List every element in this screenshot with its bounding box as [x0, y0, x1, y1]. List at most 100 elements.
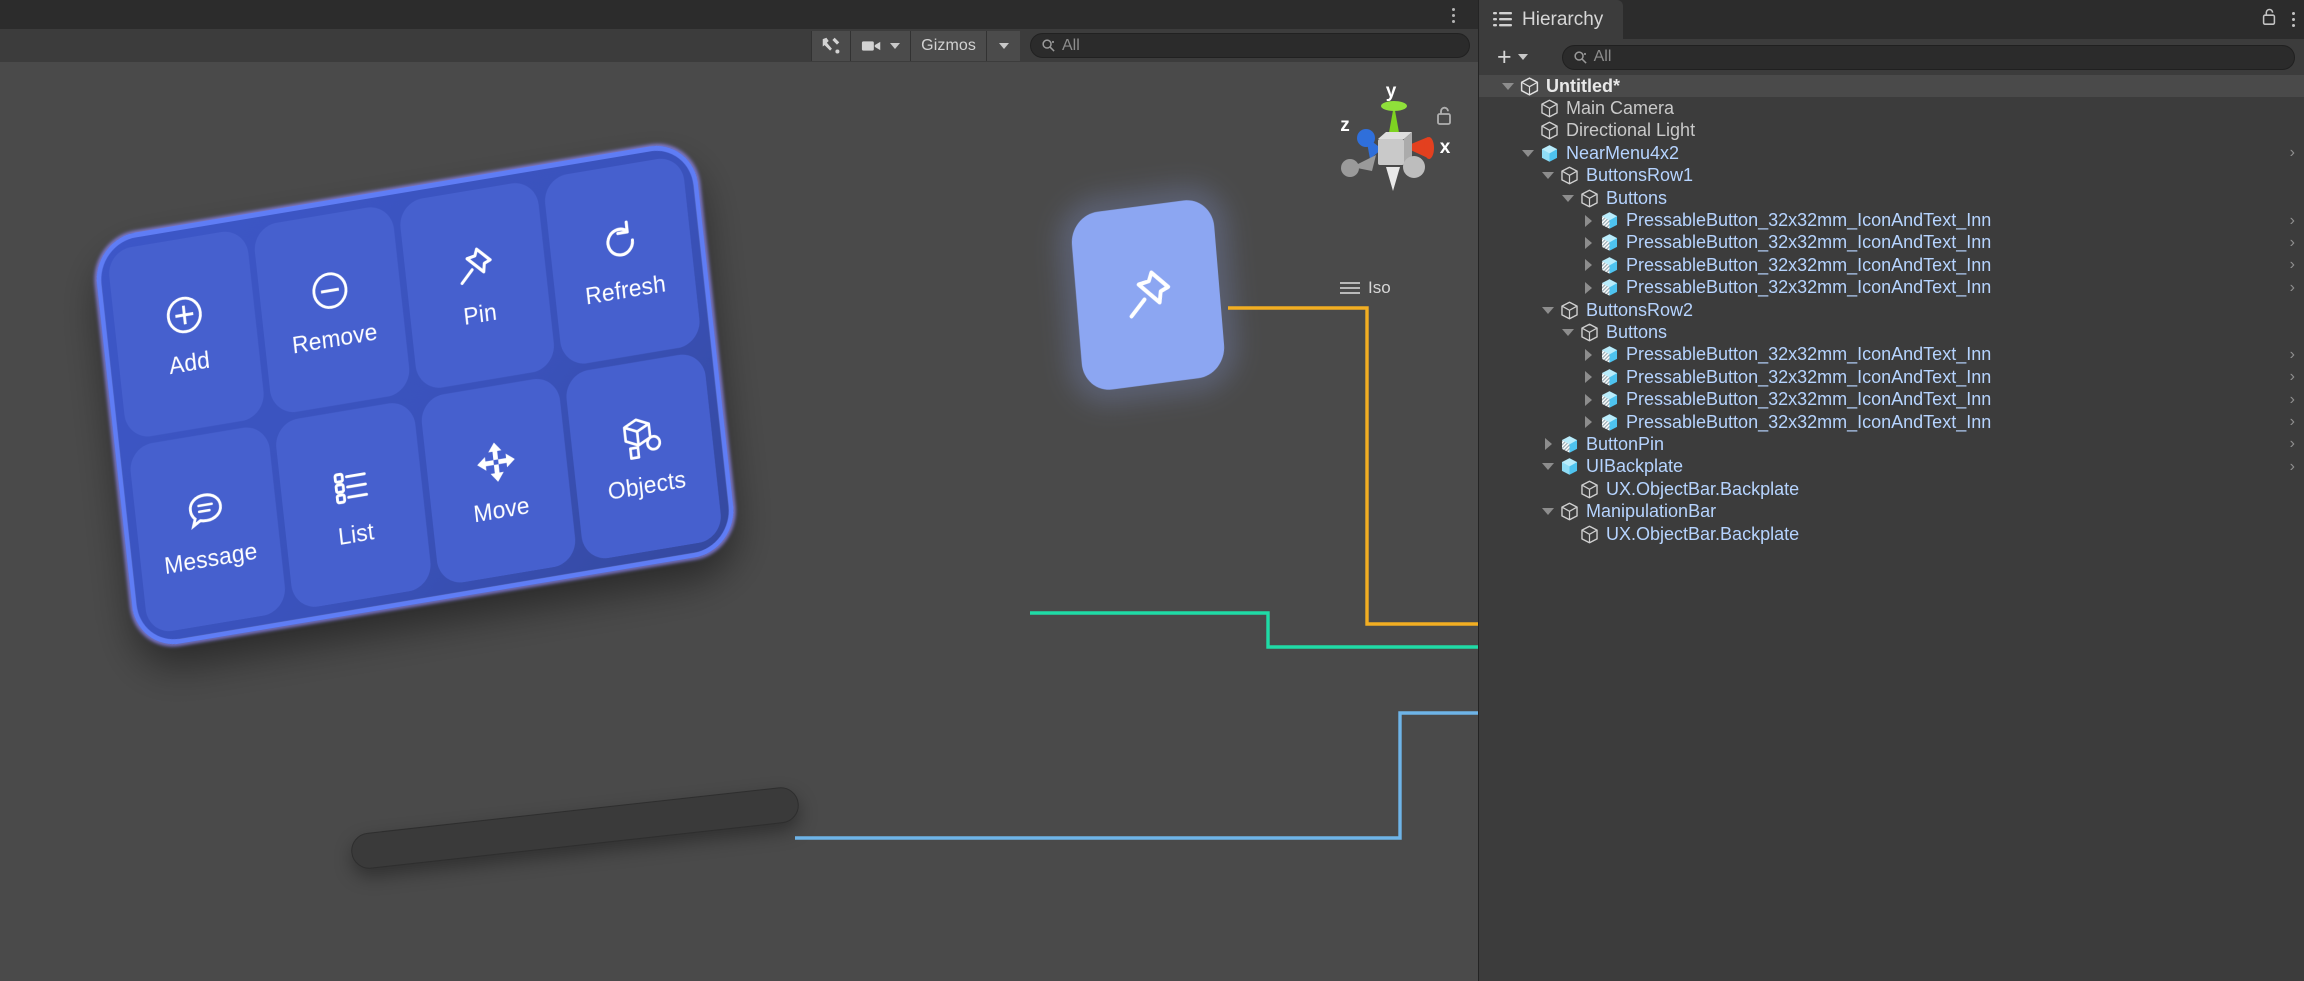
chevron-right-icon[interactable]: ›: [2290, 212, 2295, 230]
floating-pin-face: [1069, 196, 1227, 394]
gizmo-axis-x-label: x: [1440, 137, 1451, 158]
hierarchy-row[interactable]: PressableButton_32x32mm_IconAndText_Inn ›: [1479, 388, 2304, 410]
twisty-collapsed-icon[interactable]: [1579, 214, 1597, 227]
cube-outline-icon: [1577, 188, 1601, 209]
scene-camera-settings-button[interactable]: [850, 30, 911, 61]
twisty-expanded-icon[interactable]: [1559, 328, 1577, 336]
floating-pin-button[interactable]: [1069, 196, 1227, 394]
hierarchy-row-label: NearMenu4x2: [1566, 142, 1680, 163]
hierarchy-tree[interactable]: Untitled* Main Camera Directional Light Nea…: [1479, 75, 2304, 981]
twisty-expanded-icon[interactable]: [1559, 194, 1577, 202]
cube-outline-icon: [1557, 501, 1581, 522]
hierarchy-row-label: Main Camera: [1566, 98, 1675, 119]
near-menu-button-refresh[interactable]: Refresh: [542, 155, 703, 367]
hierarchy-row-label: Directional Light: [1566, 120, 1696, 141]
scene-projection-toggle[interactable]: Iso: [1340, 278, 1391, 298]
hierarchy-lock-button[interactable]: [2260, 7, 2278, 32]
unlocked-padlock-icon: [2262, 8, 2276, 25]
gizmos-button[interactable]: Gizmos: [910, 30, 986, 61]
chevron-down-icon: [998, 42, 1009, 49]
hierarchy-row[interactable]: PressableButton_32x32mm_IconAndText_Inn ›: [1479, 254, 2304, 276]
cube-outline-icon: [1577, 322, 1601, 343]
chevron-right-icon[interactable]: ›: [2290, 144, 2295, 162]
stacked-cubes-icon: [615, 408, 669, 467]
hierarchy-row[interactable]: UX.ObjectBar.Backplate: [1479, 478, 2304, 500]
unity-editor-window: Gizmos All y x z Iso Add Remove Pin Refr…: [0, 0, 2304, 981]
twisty-collapsed-icon[interactable]: [1539, 438, 1557, 451]
hierarchy-row[interactable]: Buttons: [1479, 187, 2304, 209]
chevron-right-icon[interactable]: ›: [2290, 458, 2295, 476]
twisty-collapsed-icon[interactable]: [1579, 236, 1597, 249]
hierarchy-overflow-menu-icon[interactable]: [2292, 12, 2295, 27]
twisty-collapsed-icon[interactable]: [1579, 348, 1597, 361]
hierarchy-row-label: PressableButton_32x32mm_IconAndText_Inn: [1626, 389, 1992, 410]
prefab-variant-icon: [1557, 434, 1581, 455]
near-menu-label-message: Message: [163, 537, 259, 580]
twisty-collapsed-icon[interactable]: [1579, 259, 1597, 272]
hierarchy-row[interactable]: PressableButton_32x32mm_IconAndText_Inn ›: [1479, 277, 2304, 299]
twisty-expanded-icon[interactable]: [1539, 306, 1557, 314]
chevron-right-icon[interactable]: ›: [2290, 346, 2295, 364]
scene-search-input[interactable]: All: [1030, 33, 1470, 58]
hierarchy-row[interactable]: UX.ObjectBar.Backplate: [1479, 523, 2304, 545]
hierarchy-row[interactable]: PressableButton_32x32mm_IconAndText_Inn ›: [1479, 209, 2304, 231]
cube-outline-icon: [1577, 479, 1601, 500]
four-way-move-arrows-icon: [469, 432, 523, 491]
hierarchy-row[interactable]: UIBackplate ›: [1479, 456, 2304, 478]
chevron-right-icon[interactable]: ›: [2290, 391, 2295, 409]
scene-orientation-gizmo[interactable]: y x z: [1310, 75, 1470, 225]
hierarchy-search-input[interactable]: All: [1561, 44, 2295, 70]
twisty-expanded-icon[interactable]: [1539, 463, 1557, 471]
cube-outline-icon: [1557, 165, 1581, 186]
hierarchy-row[interactable]: Untitled*: [1479, 75, 2304, 98]
search-icon: [1042, 39, 1055, 52]
hierarchy-row[interactable]: Directional Light: [1479, 120, 2304, 142]
twisty-collapsed-icon[interactable]: [1579, 281, 1597, 294]
hierarchy-add-button[interactable]: +: [1489, 43, 1536, 71]
twisty-collapsed-icon[interactable]: [1579, 416, 1597, 429]
hierarchy-toolbar: + All: [1479, 39, 2304, 75]
chevron-right-icon[interactable]: ›: [2290, 368, 2295, 386]
tab-hierarchy[interactable]: Hierarchy: [1479, 0, 1624, 39]
chevron-right-icon[interactable]: ›: [2290, 256, 2295, 274]
wrench-screwdriver-icon: [822, 37, 840, 54]
scene-tools-button[interactable]: [811, 30, 851, 61]
hierarchy-row[interactable]: ButtonPin ›: [1479, 433, 2304, 455]
gizmo-lock-button[interactable]: [1434, 105, 1454, 125]
near-menu-button-pin[interactable]: Pin: [397, 179, 557, 392]
scene-overflow-menu-icon[interactable]: [1444, 5, 1462, 25]
near-menu-button-objects[interactable]: Objects: [564, 350, 724, 562]
scene-search-placeholder: All: [1062, 36, 1080, 54]
hierarchy-row[interactable]: PressableButton_32x32mm_IconAndText_Inn ›: [1479, 344, 2304, 366]
unity-scene-icon: [1517, 76, 1541, 97]
twisty-expanded-icon[interactable]: [1539, 508, 1557, 516]
gizmos-dropdown-button[interactable]: [986, 30, 1020, 61]
hierarchy-row[interactable]: PressableButton_32x32mm_IconAndText_Inn ›: [1479, 411, 2304, 433]
hierarchy-row[interactable]: Buttons: [1479, 321, 2304, 343]
hierarchy-row[interactable]: ButtonsRow1: [1479, 165, 2304, 187]
hierarchy-row-label: Buttons: [1606, 187, 1668, 208]
hierarchy-row[interactable]: PressableButton_32x32mm_IconAndText_Inn ›: [1479, 232, 2304, 254]
near-menu-label-list: List: [336, 518, 376, 551]
hierarchy-row[interactable]: ManipulationBar: [1479, 500, 2304, 522]
chevron-right-icon[interactable]: ›: [2290, 234, 2295, 252]
prefab-variant-icon: [1597, 367, 1621, 388]
twisty-expanded-icon[interactable]: [1499, 82, 1517, 90]
hierarchy-row[interactable]: ButtonsRow2: [1479, 299, 2304, 321]
near-menu-button-move[interactable]: Move: [418, 374, 579, 587]
hierarchy-row[interactable]: PressableButton_32x32mm_IconAndText_Inn ›: [1479, 366, 2304, 388]
near-menu-button-remove[interactable]: Remove: [251, 203, 412, 416]
near-menu-button-list[interactable]: List: [273, 398, 433, 611]
hierarchy-row-label: UX.ObjectBar.Backplate: [1606, 478, 1800, 499]
camera-icon: [862, 40, 881, 51]
hierarchy-row[interactable]: NearMenu4x2 ›: [1479, 142, 2304, 164]
twisty-expanded-icon[interactable]: [1539, 172, 1557, 180]
chevron-right-icon[interactable]: ›: [2290, 413, 2295, 431]
twisty-expanded-icon[interactable]: [1519, 149, 1537, 157]
near-menu-button-add[interactable]: Add: [106, 228, 266, 440]
chevron-right-icon[interactable]: ›: [2290, 279, 2295, 297]
twisty-collapsed-icon[interactable]: [1579, 371, 1597, 384]
hierarchy-row[interactable]: Main Camera: [1479, 97, 2304, 119]
chevron-right-icon[interactable]: ›: [2290, 435, 2295, 453]
twisty-collapsed-icon[interactable]: [1579, 393, 1597, 406]
